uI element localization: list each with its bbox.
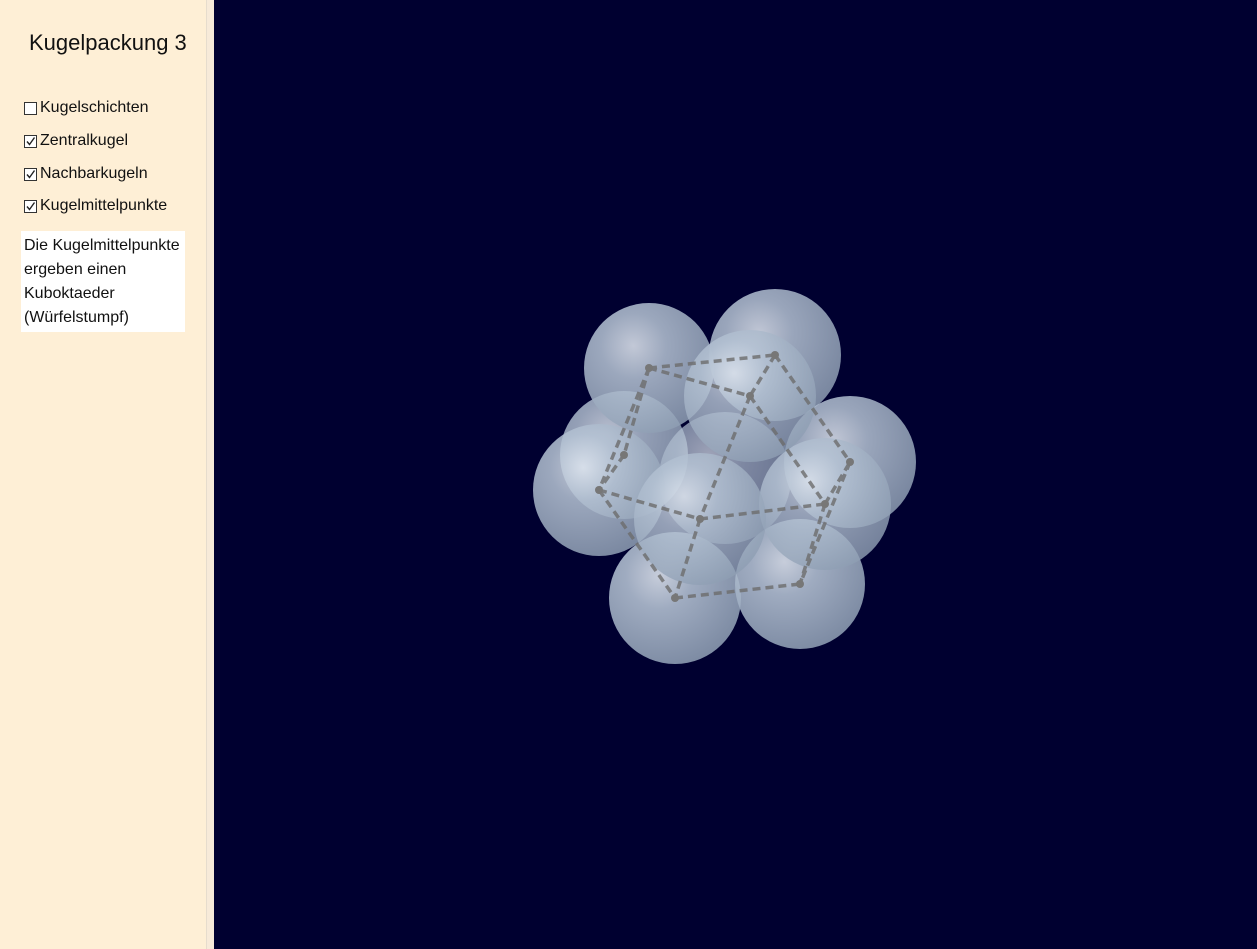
info-line: Kuboktaeder — [24, 285, 115, 302]
center-point — [846, 458, 854, 466]
3d-scene[interactable] — [214, 0, 1257, 949]
center-point — [620, 451, 628, 459]
checkbox-label: Kugelschichten — [40, 99, 149, 116]
checkbox-box[interactable] — [24, 167, 37, 181]
center-point — [595, 486, 603, 494]
info-line: ergeben einen — [24, 261, 127, 278]
center-point — [771, 351, 779, 359]
info-text-box: Die Kugelmittelpunkte ergeben einen Kubo… — [21, 231, 185, 332]
checkbox-label: Kugelmittelpunkte — [40, 197, 168, 214]
center-point — [696, 515, 704, 523]
checkmark-icon — [26, 201, 36, 211]
page-title: Kugelpackung 3 — [29, 30, 187, 55]
center-point — [645, 364, 653, 372]
center-point — [671, 594, 679, 602]
center-point — [821, 500, 829, 508]
checkmark-icon — [26, 169, 36, 179]
checkbox-box[interactable] — [24, 101, 37, 115]
sidebar: Kugelpackung 3 Kugelschichten Zentralkug… — [0, 0, 206, 949]
center-point — [746, 392, 754, 400]
panel-divider[interactable] — [206, 0, 214, 949]
center-point — [796, 580, 804, 588]
checkbox-kugelschichten[interactable]: Kugelschichten — [24, 98, 149, 118]
3d-view[interactable] — [214, 0, 1257, 949]
checkbox-nachbarkugeln[interactable]: Nachbarkugeln — [24, 164, 148, 184]
info-line: Die Kugelmittelpunkte — [24, 237, 180, 254]
checkbox-zentralkugel[interactable]: Zentralkugel — [24, 131, 128, 151]
checkbox-label: Zentralkugel — [40, 132, 129, 149]
checkbox-box[interactable] — [24, 134, 37, 148]
checkbox-box[interactable] — [24, 199, 37, 213]
info-line: (Würfelstumpf) — [24, 309, 129, 326]
checkbox-label: Nachbarkugeln — [40, 165, 148, 182]
checkbox-kugelmittelpunkte[interactable]: Kugelmittelpunkte — [24, 196, 167, 216]
checkmark-icon — [26, 136, 36, 146]
